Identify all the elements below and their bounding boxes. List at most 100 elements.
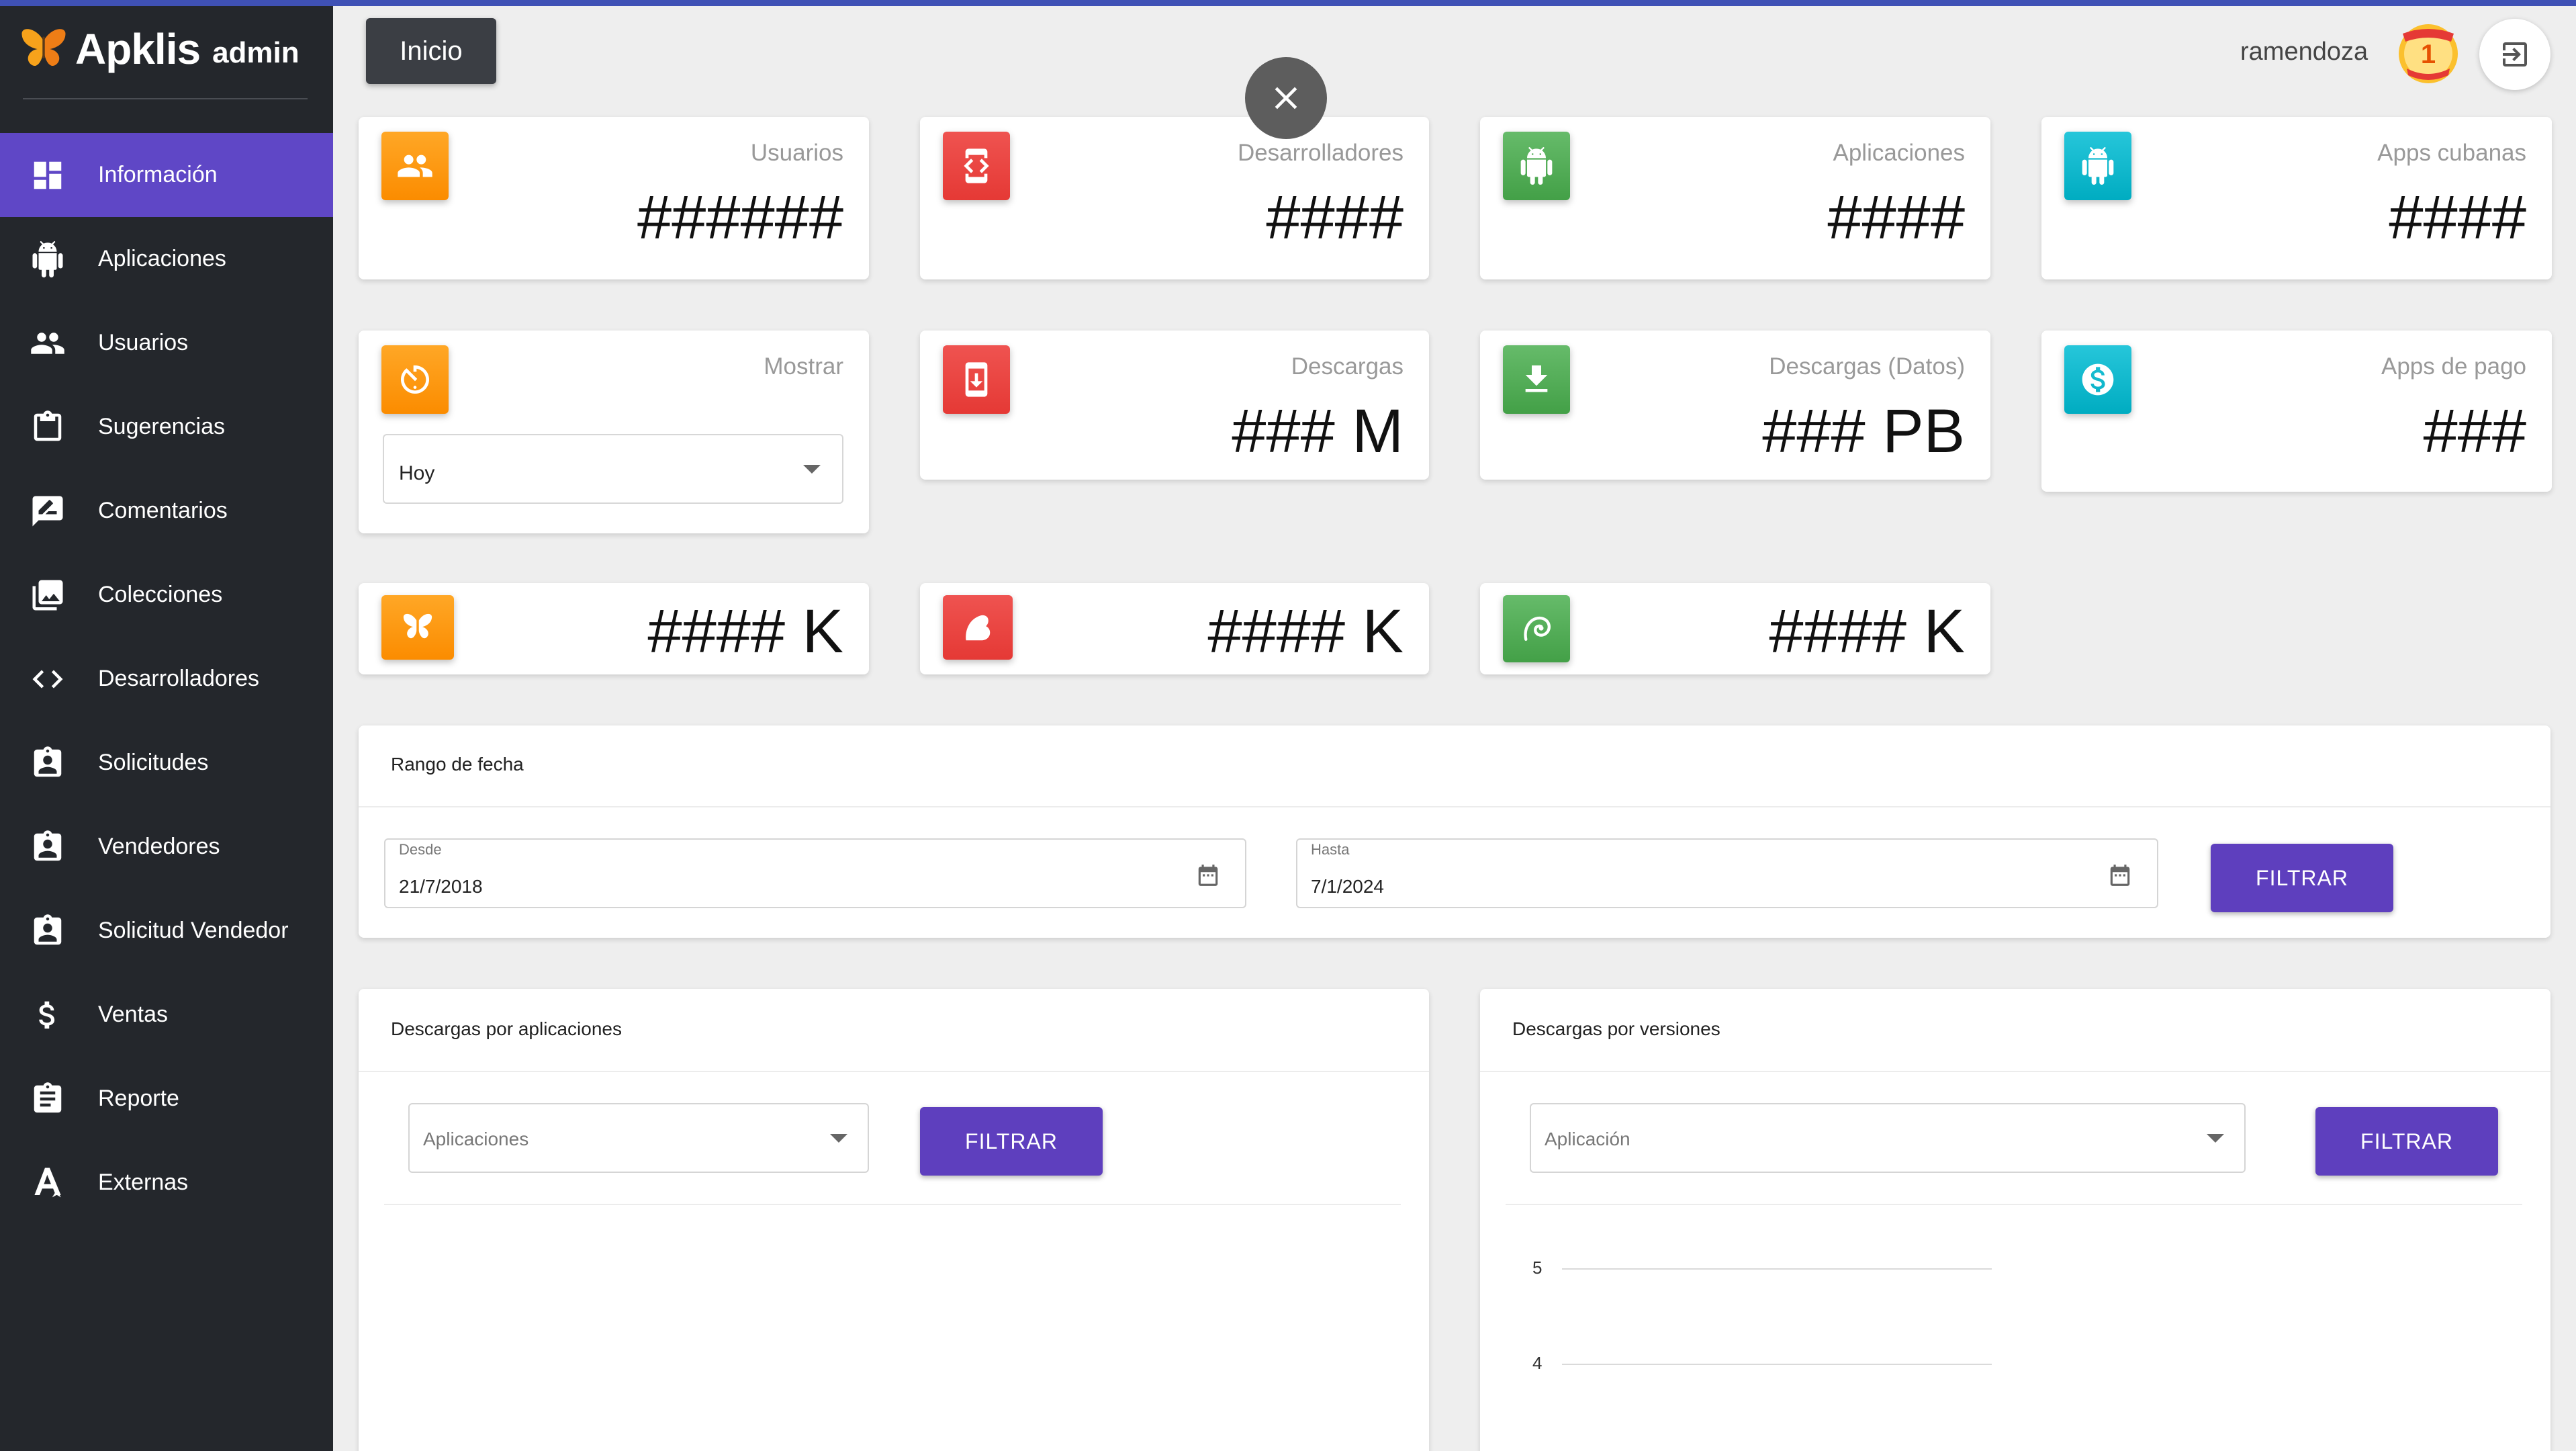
sidebar-item-label: Comentarios: [98, 498, 228, 523]
sidebar-item-usuarios[interactable]: Usuarios: [0, 301, 333, 385]
monetization-icon: [2064, 345, 2131, 414]
username[interactable]: ramendoza: [2240, 38, 2368, 67]
app-filter-button[interactable]: FILTRAR: [920, 1107, 1103, 1176]
sidebar-item-vendedores[interactable]: Vendedores: [0, 805, 333, 889]
sidebar-item-solicitudes[interactable]: Solicitudes: [0, 721, 333, 805]
chevron-down-icon: [830, 1134, 847, 1143]
rate-review-icon: [30, 493, 66, 529]
divider: [1506, 1204, 2522, 1205]
sidebar-item-label: Desarrolladores: [98, 666, 259, 691]
stat-value: #### K: [647, 597, 843, 666]
section-title: Descargas por versiones: [1512, 1018, 1720, 1039]
assignment-icon: [30, 1081, 66, 1117]
sidebar-item-label: Vendedores: [98, 834, 220, 859]
gridline: [1562, 1364, 1992, 1365]
y-tick-label: 5: [1532, 1258, 1543, 1278]
stat-card-apps-de-pago: Apps de pago ###: [2041, 331, 2552, 492]
stat-label: Aplicaciones: [1833, 140, 1966, 166]
calendar-icon[interactable]: [1195, 863, 1221, 888]
sidebar-item-aplicaciones[interactable]: Aplicaciones: [0, 217, 333, 301]
divider: [1480, 1071, 2550, 1072]
stat-label: Descargas (Datos): [1769, 353, 1965, 380]
sidebar-item-label: Externas: [98, 1170, 189, 1195]
dashboard-icon: [30, 157, 66, 193]
sidebar-item-label: Colecciones: [98, 582, 223, 607]
close-button[interactable]: [1245, 57, 1327, 139]
y-tick-label: 4: [1532, 1353, 1543, 1373]
stat-value: ######: [637, 183, 843, 252]
sidebar-item-externas[interactable]: Externas: [0, 1141, 333, 1225]
spiral-icon: [1503, 595, 1570, 662]
achievement-badge-icon[interactable]: 1: [2395, 19, 2462, 86]
sidebar-item-label: Sugerencias: [98, 414, 226, 439]
gridline: [1562, 1268, 1992, 1270]
stat-card-descargas: Descargas ### M: [920, 331, 1429, 480]
sidebar-item-label: Aplicaciones: [98, 246, 226, 271]
date-filter-button[interactable]: FILTRAR: [2211, 844, 2393, 912]
version-app-select[interactable]: Aplicación: [1530, 1103, 2246, 1173]
sidebar: Apklis admin Información Aplicaciones Us…: [0, 0, 333, 1451]
sidebar-item-ventas[interactable]: Ventas: [0, 973, 333, 1057]
sidebar-item-informacion[interactable]: Información: [0, 133, 333, 217]
stat-card-brand-b: #### K: [920, 583, 1429, 674]
sidebar-item-comentarios[interactable]: Comentarios: [0, 469, 333, 553]
field-value: 21/7/2018: [399, 876, 483, 897]
people-icon: [30, 325, 66, 361]
date-to-field[interactable]: Hasta 7/1/2024: [1296, 838, 2158, 908]
version-filter-button[interactable]: FILTRAR: [2315, 1107, 2498, 1176]
sidebar-item-desarrolladores[interactable]: Desarrolladores: [0, 637, 333, 721]
calendar-icon[interactable]: [2107, 863, 2133, 888]
butterfly-logo-icon: [21, 29, 66, 66]
photo-library-icon: [30, 577, 66, 613]
logout-icon: [2503, 42, 2527, 67]
stat-label: Descargas: [1291, 353, 1404, 380]
period-select-value: Hoy: [399, 462, 435, 484]
select-placeholder: Aplicaciones: [423, 1129, 529, 1149]
stat-label: Apps de pago: [2381, 353, 2526, 380]
stat-card-descargas-datos: Descargas (Datos) ### PB: [1480, 331, 1990, 480]
app-select[interactable]: Aplicaciones: [408, 1103, 869, 1173]
download-icon: [1503, 345, 1570, 414]
brand-name: Apklis: [75, 25, 201, 73]
sidebar-item-label: Reporte: [98, 1086, 179, 1111]
sidebar-item-label: Solicitud Vendedor: [98, 918, 289, 943]
sidebar-item-reporte[interactable]: Reporte: [0, 1057, 333, 1141]
stat-value: ####: [1827, 183, 1965, 252]
sidebar-item-label: Solicitudes: [98, 750, 209, 775]
leaf-shape-icon: [943, 595, 1013, 660]
android-icon: [30, 240, 66, 277]
date-from-field[interactable]: Desde 21/7/2018: [384, 838, 1246, 908]
divider: [384, 1204, 1401, 1205]
brand[interactable]: Apklis admin: [19, 19, 300, 79]
stat-value: ### M: [1232, 397, 1404, 466]
home-button[interactable]: Inicio: [366, 18, 496, 84]
assignment-ind-icon: [30, 829, 66, 865]
field-label: Hasta: [1311, 841, 1350, 858]
dollar-icon: [30, 997, 66, 1033]
divider: [359, 806, 2550, 807]
sidebar-item-label: Información: [98, 162, 218, 187]
sidebar-item-sugerencias[interactable]: Sugerencias: [0, 385, 333, 469]
stat-value: #### K: [1207, 597, 1404, 666]
stat-card-brand-c: #### K: [1480, 583, 1990, 674]
sidebar-item-label: Ventas: [98, 1002, 168, 1027]
sidebar-item-solicitud-vendedor[interactable]: Solicitud Vendedor: [0, 889, 333, 973]
phone-download-icon: [943, 345, 1010, 414]
sidebar-item-colecciones[interactable]: Colecciones: [0, 553, 333, 637]
stat-label: Desarrolladores: [1237, 140, 1404, 166]
stat-value: #### K: [1769, 597, 1965, 666]
close-icon: [1275, 87, 1297, 109]
sidebar-divider: [23, 98, 308, 99]
top-accent-line: [0, 0, 2576, 6]
period-select[interactable]: Hoy: [383, 434, 843, 504]
people-icon: [381, 132, 449, 200]
android-icon: [2064, 132, 2131, 200]
brand-suffix: admin: [212, 36, 300, 69]
stat-label: Mostrar: [764, 353, 843, 380]
field-value: 7/1/2024: [1311, 876, 1384, 897]
stat-value: ####: [1266, 183, 1404, 252]
chevron-down-icon: [2207, 1134, 2224, 1143]
stat-label: Usuarios: [750, 140, 843, 166]
logout-button[interactable]: [2479, 19, 2550, 90]
stat-value: ####: [2389, 183, 2526, 252]
